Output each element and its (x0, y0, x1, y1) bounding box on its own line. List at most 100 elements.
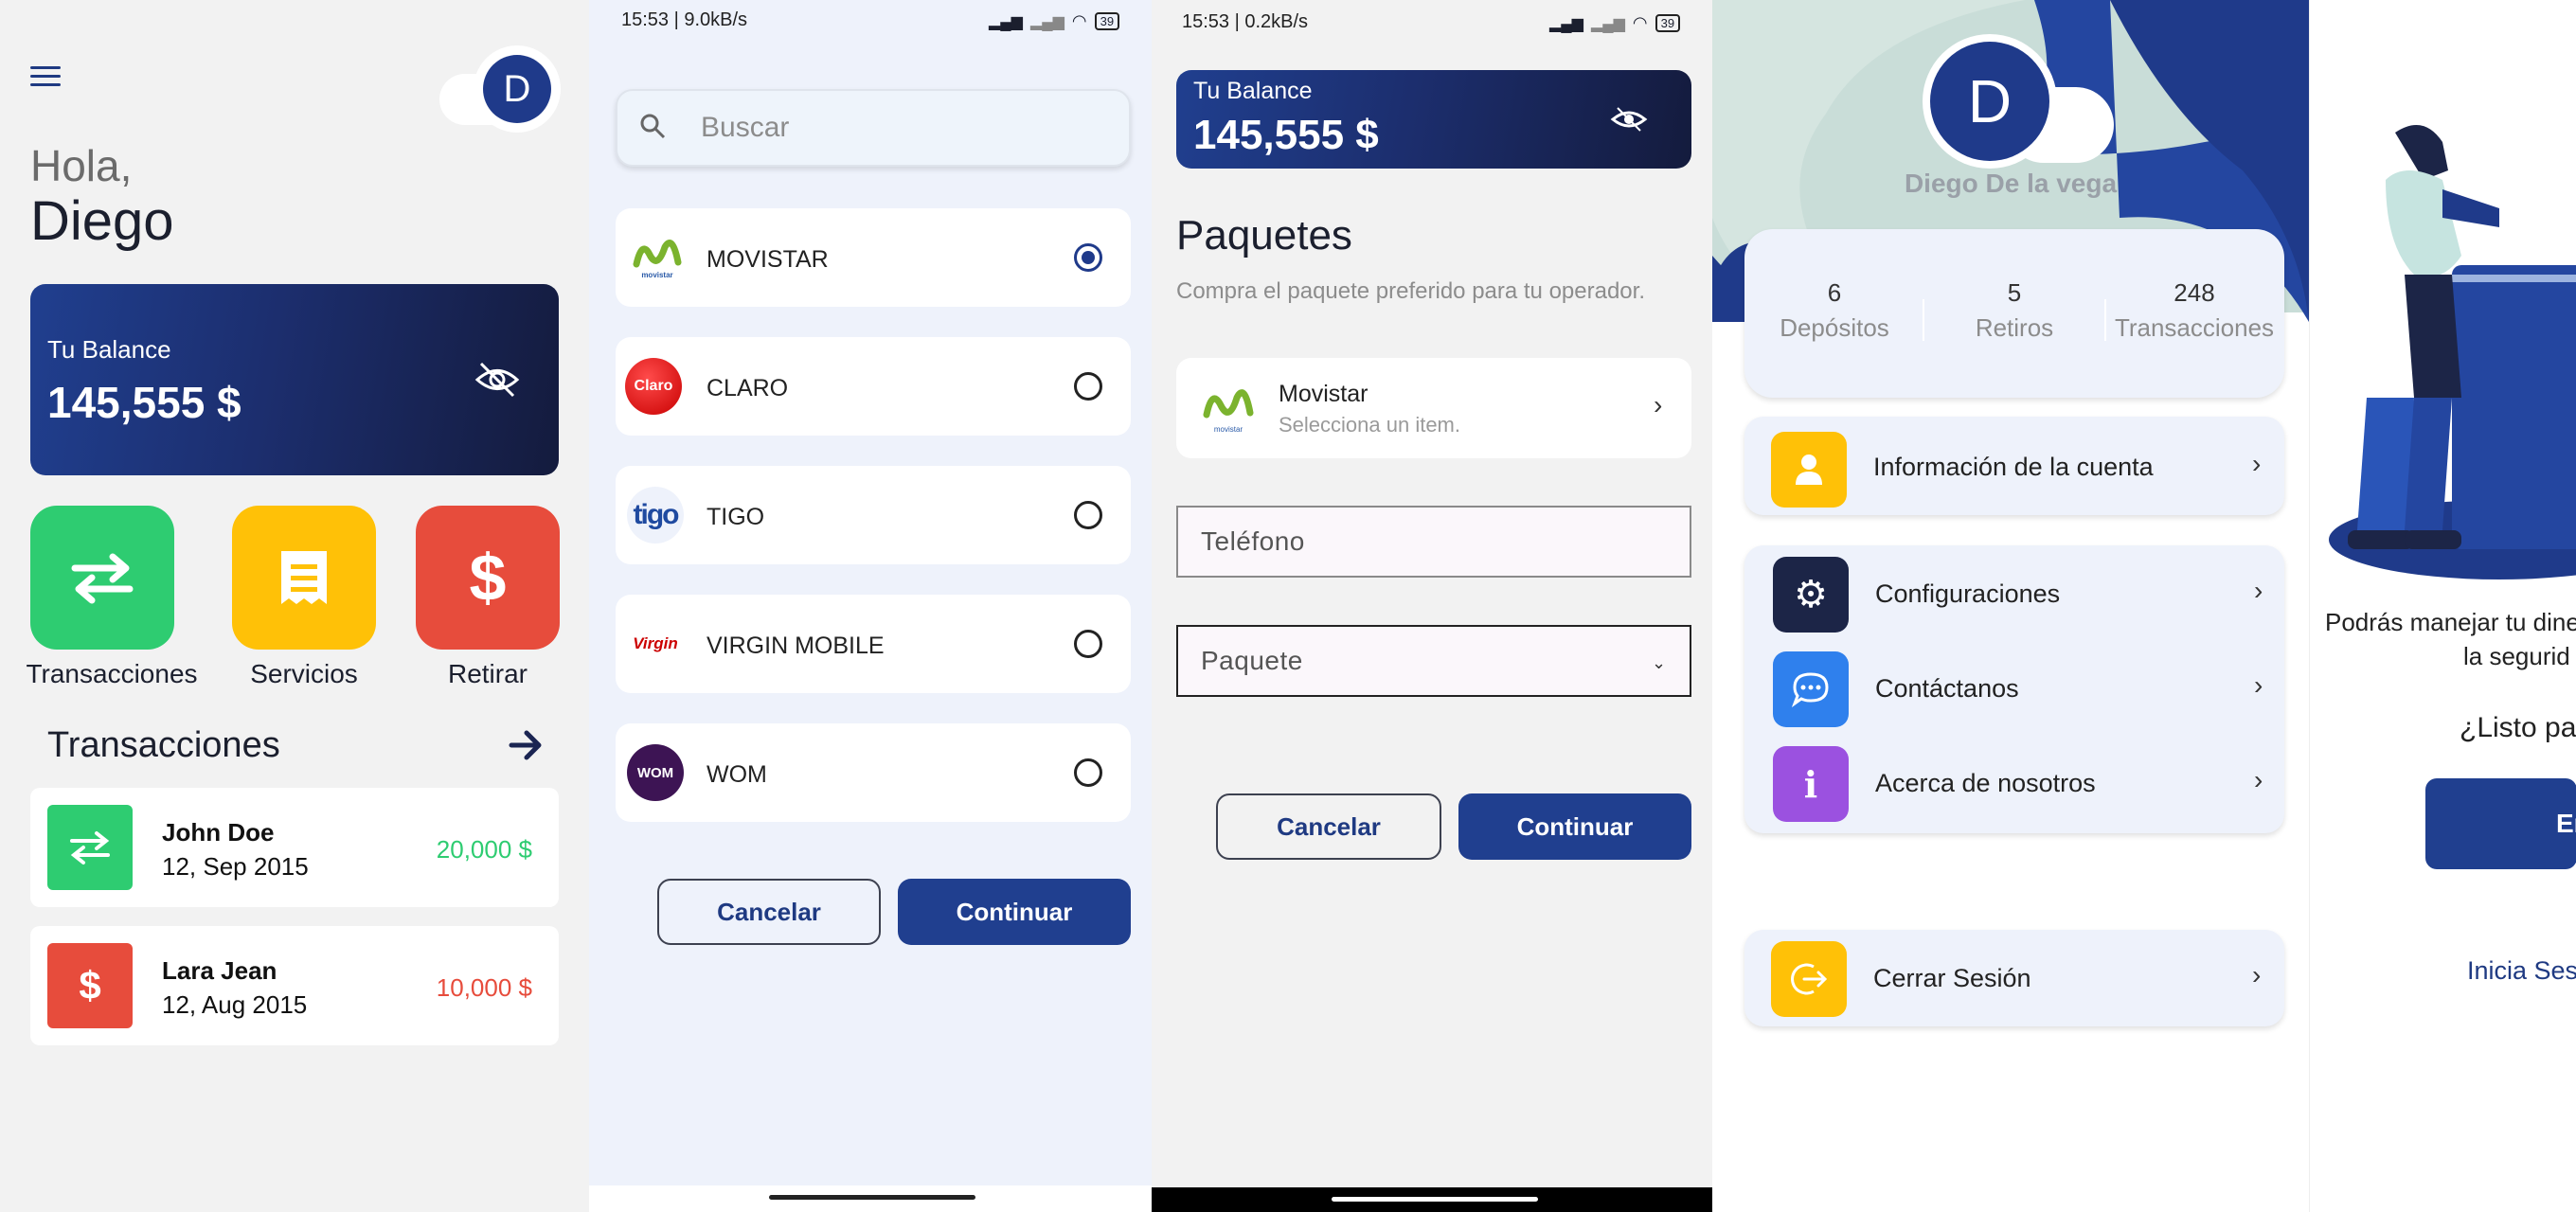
balance-value: 145,555 $ (1193, 112, 1379, 158)
transfer-arrows-icon (47, 805, 133, 890)
phone-field[interactable]: Teléfono (1176, 506, 1691, 578)
wifi-icon: ◠ (1632, 13, 1648, 32)
transaction-date: 12, Aug 2015 (162, 990, 308, 1019)
operator-radio[interactable] (1074, 630, 1102, 658)
tigo-logo: tigo (627, 487, 684, 544)
home-indicator[interactable] (1332, 1197, 1538, 1202)
menu-item-label: Cerrar Sesión (1873, 964, 2031, 992)
avatar[interactable]: D (483, 55, 551, 123)
person-illustration (2329, 125, 2576, 579)
cancel-button[interactable]: Cancelar (1216, 793, 1441, 860)
continue-button[interactable]: Continuar (898, 879, 1131, 945)
operator-radio-selected[interactable] (1074, 243, 1102, 272)
signal-icon: ▂▄▆ (989, 13, 1023, 30)
chevron-right-icon: › (2252, 960, 2262, 989)
chevron-down-icon: ⌄ (1652, 653, 1667, 672)
operator-option-tigo[interactable]: tigo TIGO (616, 466, 1131, 564)
transaction-date: 12, Sep 2015 (162, 852, 309, 881)
chat-icon (1773, 651, 1849, 727)
gear-icon: ⚙ (1773, 557, 1849, 633)
search-input[interactable] (616, 89, 1131, 167)
movistar-logo: movistar (1201, 381, 1256, 436)
start-button-label: En (2556, 809, 2576, 838)
dollar-icon: $ (469, 541, 507, 615)
svg-text:movistar: movistar (1214, 425, 1243, 434)
balance-label: Tu Balance (47, 335, 171, 364)
transaction-amount: 20,000 $ (436, 835, 532, 864)
battery-icon: 39 (1655, 14, 1681, 32)
operator-option-virgin[interactable]: Virgin VIRGIN MOBILE (616, 595, 1131, 693)
operator-radio[interactable] (1074, 372, 1102, 401)
contact-item[interactable]: Contáctanos › (1744, 642, 2284, 737)
stats-card: 6 Depósitos 5 Retiros 248 Transacciones (1744, 229, 2284, 398)
transactions-section-title: Transacciones (47, 725, 280, 765)
avatar[interactable]: D (1930, 42, 2049, 161)
cancel-button[interactable]: Cancelar (657, 879, 881, 945)
menu-item-label: Configuraciones (1875, 579, 2061, 608)
services-action-label: Servicios (250, 659, 358, 688)
wom-logo: WOM (627, 744, 684, 801)
onboarding-text: Podrás manejar tu dine (2325, 608, 2576, 636)
operator-name: WOM (707, 761, 767, 788)
movistar-logo: movistar (629, 229, 686, 286)
continue-button[interactable]: Continuar (1458, 793, 1691, 860)
battery-icon: 39 (1094, 12, 1120, 30)
operator-name: MOVISTAR (707, 246, 829, 273)
profile-screen: D Diego De la vega 6 Depósitos 5 Retiros… (1712, 0, 2309, 1212)
menu-item-label: Contáctanos (1875, 674, 2019, 703)
dollar-icon: $ (47, 943, 133, 1028)
svg-text:movistar: movistar (641, 271, 672, 279)
eye-off-icon[interactable] (474, 358, 521, 401)
page-subtitle: Compra el paquete preferido para tu oper… (1176, 278, 1645, 304)
operator-selector[interactable]: movistar Movistar Selecciona un item. › (1176, 358, 1691, 458)
transaction-name: John Doe (162, 818, 275, 847)
virgin-logo: Virgin (627, 615, 684, 672)
signal-icon: ▂▄▆ (1029, 13, 1064, 30)
claro-logo: Claro (625, 358, 682, 415)
wifi-icon: ◠ (1071, 11, 1087, 30)
stat-transactions: 248 Transacciones (2114, 278, 2275, 342)
operator-name: CLARO (707, 375, 789, 401)
operator-radio[interactable] (1074, 758, 1102, 787)
transactions-action-button[interactable] (30, 506, 174, 650)
package-select[interactable]: Paquete (1176, 625, 1691, 697)
home-indicator[interactable] (769, 1195, 975, 1200)
stat-withdrawals: 5 Retiros (1975, 278, 2054, 342)
onboarding-text: la segurid (2463, 642, 2570, 670)
operator-name: VIRGIN MOBILE (707, 633, 885, 659)
withdraw-action-label: Retirar (447, 659, 528, 688)
menu-item-label: Acerca de nosotros (1875, 769, 2096, 797)
logout-icon (1771, 941, 1847, 1017)
transactions-action-label: Transacciones (26, 659, 198, 688)
start-button[interactable]: En (2425, 778, 2576, 869)
operator-radio[interactable] (1074, 501, 1102, 529)
login-link[interactable]: Inicia Sesi (2467, 956, 2576, 986)
operators-screen: 15:53 | 9.0kB/s ▂▄▆ ▂▄▆ ◠ 39 Buscar movi… (589, 0, 1152, 1212)
user-icon (1771, 432, 1847, 508)
greeting: Hola, (30, 141, 133, 190)
chevron-right-icon: › (2254, 576, 2263, 605)
status-icons: ▂▄▆ ▂▄▆ ◠ 39 (989, 11, 1120, 31)
onboarding-screen: Podrás manejar tu dine la segurid ¿Listo… (2309, 0, 2576, 1212)
logout-item[interactable]: Cerrar Sesión › (1744, 930, 2284, 1026)
arrow-right-icon[interactable] (508, 727, 544, 763)
eye-icon[interactable] (1610, 104, 1648, 134)
selected-operator-hint: Selecciona un item. (1279, 413, 1460, 437)
transaction-row[interactable]: $ Lara Jean 12, Aug 2015 10,000 $ (30, 926, 559, 1045)
packages-screen: 15:53 | 0.2kB/s ▂▄▆ ▂▄▆ ◠ 39 Tu Balance … (1152, 0, 1712, 1212)
account-info-item[interactable]: Información de la cuenta › (1744, 417, 2284, 515)
settings-item[interactable]: ⚙ Configuraciones › (1744, 545, 2284, 640)
selected-operator-name: Movistar (1279, 381, 1368, 407)
services-action-button[interactable] (232, 506, 376, 650)
user-name: Diego (30, 190, 174, 252)
operator-option-wom[interactable]: WOM WOM (616, 723, 1131, 822)
status-icons: ▂▄▆ ▂▄▆ ◠ 39 (1549, 13, 1681, 33)
transaction-row[interactable]: John Doe 12, Sep 2015 20,000 $ (30, 788, 559, 907)
hamburger-menu-icon[interactable] (30, 66, 61, 89)
operator-option-movistar[interactable]: movistar MOVISTAR (616, 208, 1131, 307)
about-item[interactable]: i Acerca de nosotros › (1744, 739, 2284, 833)
chevron-right-icon: › (2254, 670, 2263, 700)
operator-option-claro[interactable]: Claro CLARO (616, 337, 1131, 436)
transaction-amount: 10,000 $ (436, 973, 532, 1002)
withdraw-action-button[interactable]: $ (416, 506, 560, 650)
